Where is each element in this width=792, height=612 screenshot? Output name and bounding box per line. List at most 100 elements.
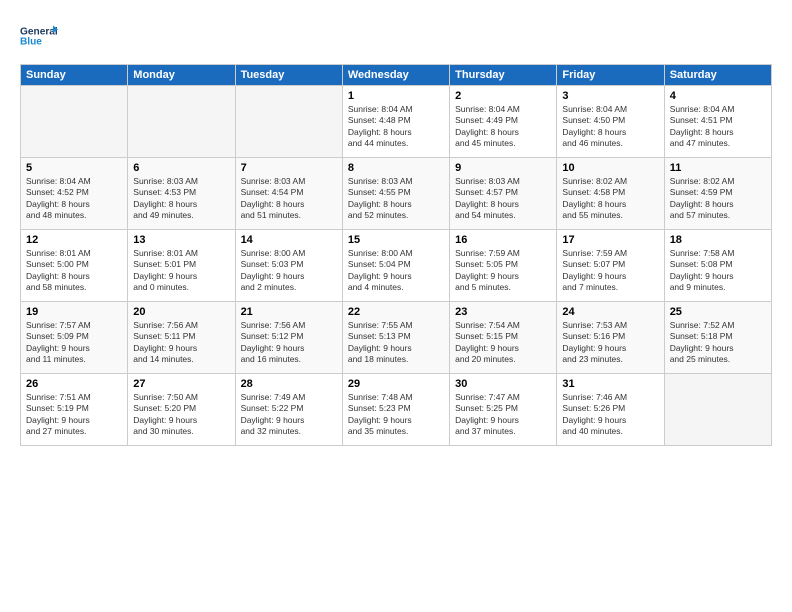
day-number: 8	[348, 162, 444, 174]
day-number: 31	[562, 378, 658, 390]
day-cell: 27 Sunrise: 7:50 AM Sunset: 5:20 PM Dayli…	[128, 374, 235, 446]
day-info: Sunrise: 7:48 AM Sunset: 5:23 PM Dayligh…	[348, 392, 444, 438]
day-cell: 1 Sunrise: 8:04 AM Sunset: 4:48 PM Daylig…	[342, 86, 449, 158]
day-cell	[128, 86, 235, 158]
day-number: 21	[241, 306, 337, 318]
day-cell: 24 Sunrise: 7:53 AM Sunset: 5:16 PM Dayli…	[557, 302, 664, 374]
day-info: Sunrise: 8:02 AM Sunset: 4:58 PM Dayligh…	[562, 176, 658, 222]
day-number: 24	[562, 306, 658, 318]
day-info: Sunrise: 8:01 AM Sunset: 5:01 PM Dayligh…	[133, 248, 229, 294]
day-info: Sunrise: 8:03 AM Sunset: 4:54 PM Dayligh…	[241, 176, 337, 222]
day-cell: 28 Sunrise: 7:49 AM Sunset: 5:22 PM Dayli…	[235, 374, 342, 446]
day-cell: 10 Sunrise: 8:02 AM Sunset: 4:58 PM Dayli…	[557, 158, 664, 230]
day-cell: 8 Sunrise: 8:03 AM Sunset: 4:55 PM Daylig…	[342, 158, 449, 230]
day-info: Sunrise: 7:50 AM Sunset: 5:20 PM Dayligh…	[133, 392, 229, 438]
day-info: Sunrise: 8:01 AM Sunset: 5:00 PM Dayligh…	[26, 248, 122, 294]
day-cell: 15 Sunrise: 8:00 AM Sunset: 5:04 PM Dayli…	[342, 230, 449, 302]
day-info: Sunrise: 7:54 AM Sunset: 5:15 PM Dayligh…	[455, 320, 551, 366]
day-cell: 6 Sunrise: 8:03 AM Sunset: 4:53 PM Daylig…	[128, 158, 235, 230]
weekday-header-saturday: Saturday	[664, 65, 771, 86]
day-cell: 19 Sunrise: 7:57 AM Sunset: 5:09 PM Dayli…	[21, 302, 128, 374]
day-cell: 29Sunrise: 7:48 AM Sunset: 5:23 PM Dayli…	[342, 374, 449, 446]
week-row-2: 5Sunrise: 8:04 AM Sunset: 4:52 PM Daylig…	[21, 158, 772, 230]
day-cell: 9 Sunrise: 8:03 AM Sunset: 4:57 PM Daylig…	[450, 158, 557, 230]
day-cell: 14 Sunrise: 8:00 AM Sunset: 5:03 PM Dayli…	[235, 230, 342, 302]
weekday-header-row: SundayMondayTuesdayWednesdayThursdayFrid…	[21, 65, 772, 86]
day-cell: 18 Sunrise: 7:58 AM Sunset: 5:08 PM Dayli…	[664, 230, 771, 302]
calendar-table: SundayMondayTuesdayWednesdayThursdayFrid…	[20, 64, 772, 446]
day-info: Sunrise: 7:46 AM Sunset: 5:26 PM Dayligh…	[562, 392, 658, 438]
day-info: Sunrise: 7:57 AM Sunset: 5:09 PM Dayligh…	[26, 320, 122, 366]
day-cell: 17 Sunrise: 7:59 AM Sunset: 5:07 PM Dayli…	[557, 230, 664, 302]
day-cell: 3Sunrise: 8:04 AM Sunset: 4:50 PM Daylig…	[557, 86, 664, 158]
day-info: Sunrise: 7:56 AM Sunset: 5:11 PM Dayligh…	[133, 320, 229, 366]
svg-text:Blue: Blue	[20, 37, 42, 48]
day-info: Sunrise: 8:03 AM Sunset: 4:55 PM Dayligh…	[348, 176, 444, 222]
day-number: 12	[26, 234, 122, 246]
weekday-header-sunday: Sunday	[21, 65, 128, 86]
day-cell: 11 Sunrise: 8:02 AM Sunset: 4:59 PM Dayli…	[664, 158, 771, 230]
day-info: Sunrise: 8:03 AM Sunset: 4:57 PM Dayligh…	[455, 176, 551, 222]
svg-text:General: General	[20, 26, 58, 37]
day-info: Sunrise: 7:51 AM Sunset: 5:19 PM Dayligh…	[26, 392, 122, 438]
day-cell: 2 Sunrise: 8:04 AM Sunset: 4:49 PM Daylig…	[450, 86, 557, 158]
day-cell: 22 Sunrise: 7:55 AM Sunset: 5:13 PM Dayli…	[342, 302, 449, 374]
day-number: 4	[670, 90, 766, 102]
day-info: Sunrise: 8:02 AM Sunset: 4:59 PM Dayligh…	[670, 176, 766, 222]
day-number: 11	[670, 162, 766, 174]
day-info: Sunrise: 8:04 AM Sunset: 4:50 PM Dayligh…	[562, 104, 658, 150]
day-number: 2	[455, 90, 551, 102]
day-info: Sunrise: 7:56 AM Sunset: 5:12 PM Dayligh…	[241, 320, 337, 366]
day-cell: 26 Sunrise: 7:51 AM Sunset: 5:19 PM Dayli…	[21, 374, 128, 446]
day-info: Sunrise: 8:04 AM Sunset: 4:48 PM Dayligh…	[348, 104, 444, 150]
day-number: 20	[133, 306, 229, 318]
day-cell: 16Sunrise: 7:59 AM Sunset: 5:05 PM Dayli…	[450, 230, 557, 302]
day-number: 5	[26, 162, 122, 174]
header: General Blue	[20, 16, 772, 54]
day-cell: 13 Sunrise: 8:01 AM Sunset: 5:01 PM Dayli…	[128, 230, 235, 302]
day-cell: 31 Sunrise: 7:46 AM Sunset: 5:26 PM Dayli…	[557, 374, 664, 446]
day-number: 14	[241, 234, 337, 246]
day-number: 26	[26, 378, 122, 390]
day-cell: 20 Sunrise: 7:56 AM Sunset: 5:11 PM Dayli…	[128, 302, 235, 374]
day-info: Sunrise: 7:55 AM Sunset: 5:13 PM Dayligh…	[348, 320, 444, 366]
weekday-header-friday: Friday	[557, 65, 664, 86]
day-cell: 25Sunrise: 7:52 AM Sunset: 5:18 PM Dayli…	[664, 302, 771, 374]
day-info: Sunrise: 8:04 AM Sunset: 4:49 PM Dayligh…	[455, 104, 551, 150]
day-number: 27	[133, 378, 229, 390]
day-cell: 30Sunrise: 7:47 AM Sunset: 5:25 PM Dayli…	[450, 374, 557, 446]
day-number: 23	[455, 306, 551, 318]
day-cell: 5Sunrise: 8:04 AM Sunset: 4:52 PM Daylig…	[21, 158, 128, 230]
day-info: Sunrise: 8:00 AM Sunset: 5:03 PM Dayligh…	[241, 248, 337, 294]
day-info: Sunrise: 8:00 AM Sunset: 5:04 PM Dayligh…	[348, 248, 444, 294]
day-number: 28	[241, 378, 337, 390]
day-number: 10	[562, 162, 658, 174]
day-number: 6	[133, 162, 229, 174]
day-info: Sunrise: 7:58 AM Sunset: 5:08 PM Dayligh…	[670, 248, 766, 294]
logo: General Blue	[20, 16, 58, 54]
week-row-1: 1 Sunrise: 8:04 AM Sunset: 4:48 PM Daylig…	[21, 86, 772, 158]
day-cell: 7Sunrise: 8:03 AM Sunset: 4:54 PM Daylig…	[235, 158, 342, 230]
day-cell	[664, 374, 771, 446]
day-number: 22	[348, 306, 444, 318]
day-info: Sunrise: 7:52 AM Sunset: 5:18 PM Dayligh…	[670, 320, 766, 366]
day-number: 16	[455, 234, 551, 246]
week-row-3: 12 Sunrise: 8:01 AM Sunset: 5:00 PM Dayli…	[21, 230, 772, 302]
day-number: 17	[562, 234, 658, 246]
day-number: 30	[455, 378, 551, 390]
day-cell: 23 Sunrise: 7:54 AM Sunset: 5:15 PM Dayli…	[450, 302, 557, 374]
day-number: 13	[133, 234, 229, 246]
day-number: 1	[348, 90, 444, 102]
week-row-4: 19 Sunrise: 7:57 AM Sunset: 5:09 PM Dayli…	[21, 302, 772, 374]
day-info: Sunrise: 7:53 AM Sunset: 5:16 PM Dayligh…	[562, 320, 658, 366]
day-info: Sunrise: 8:03 AM Sunset: 4:53 PM Dayligh…	[133, 176, 229, 222]
day-info: Sunrise: 7:49 AM Sunset: 5:22 PM Dayligh…	[241, 392, 337, 438]
day-cell	[21, 86, 128, 158]
day-info: Sunrise: 7:59 AM Sunset: 5:07 PM Dayligh…	[562, 248, 658, 294]
day-number: 19	[26, 306, 122, 318]
weekday-header-monday: Monday	[128, 65, 235, 86]
calendar-page: General Blue SundayMondayTuesdayWednesda…	[0, 0, 792, 612]
day-number: 9	[455, 162, 551, 174]
day-number: 18	[670, 234, 766, 246]
day-number: 15	[348, 234, 444, 246]
